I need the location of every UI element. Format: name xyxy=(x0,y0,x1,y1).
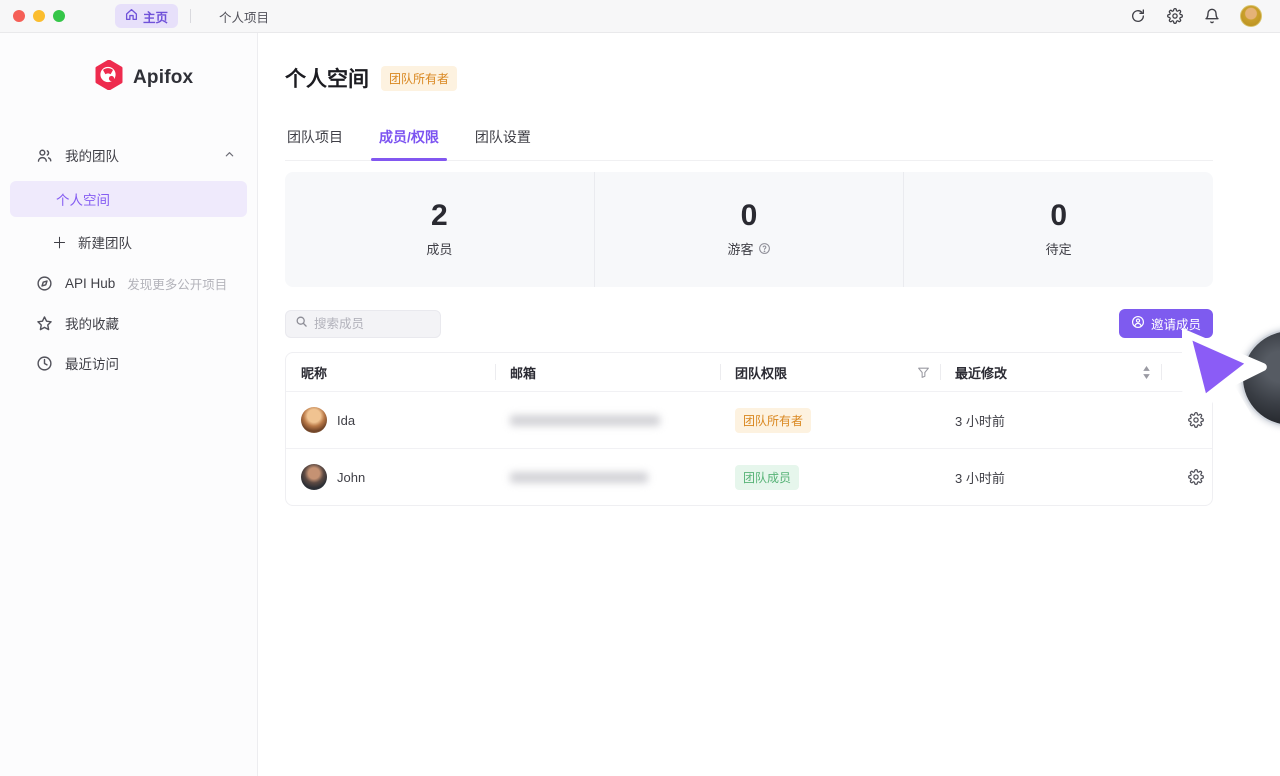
column-header-modified: 最近修改 xyxy=(940,353,1161,391)
role-cell: 团队成员 xyxy=(720,465,940,490)
stat-value: 0 xyxy=(1050,201,1067,231)
plus-icon: ＋ xyxy=(52,232,67,253)
clock-icon xyxy=(36,355,53,372)
api-hub-hint: 发现更多公开项目 xyxy=(127,274,227,293)
modified-cell: 3 小时前 xyxy=(940,468,1161,487)
sidebar-item-label: 新建团队 xyxy=(78,232,132,252)
title-bar: 主页 个人项目 xyxy=(0,0,1280,33)
member-name: John xyxy=(337,470,365,485)
sidebar-item-new-team[interactable]: ＋ 新建团队 xyxy=(0,223,257,261)
apifox-logo-icon xyxy=(94,60,124,95)
invite-member-button[interactable]: 邀请成员 xyxy=(1119,309,1213,338)
sidebar-item-my-teams[interactable]: 我的团队 xyxy=(0,135,257,175)
stat-label: 成员 xyxy=(426,239,452,258)
chevron-up-icon[interactable] xyxy=(224,148,235,163)
blurred-email xyxy=(510,472,648,483)
compass-icon xyxy=(36,275,53,292)
members-table: 昵称 邮箱 团队权限 最近修改 xyxy=(285,352,1213,506)
stat-guests: 0 游客 xyxy=(594,172,904,287)
modified-cell: 3 小时前 xyxy=(940,411,1161,430)
stat-label: 游客 xyxy=(728,239,771,258)
sidebar-item-label: 个人空间 xyxy=(56,189,110,209)
member-name: Ida xyxy=(337,413,355,428)
tab-home[interactable]: 主页 xyxy=(115,4,178,28)
stat-label: 待定 xyxy=(1046,239,1072,258)
window-controls xyxy=(13,10,65,22)
member-avatar xyxy=(301,464,327,490)
sidebar-item-label: 最近访问 xyxy=(65,353,119,373)
sidebar-item-api-hub[interactable]: API Hub 发现更多公开项目 xyxy=(0,263,257,303)
help-circle-icon[interactable] xyxy=(758,242,771,255)
invite-member-label: 邀请成员 xyxy=(1151,314,1201,333)
sidebar: Apifox 我的团队 个人空间 ＋ 新建团队 xyxy=(0,33,258,776)
blurred-email xyxy=(510,415,660,426)
sidebar-item-recent[interactable]: 最近访问 xyxy=(0,343,257,383)
stat-value: 2 xyxy=(431,201,448,231)
tab-team-settings[interactable]: 团队设置 xyxy=(473,121,533,160)
role-cell: 团队所有者 xyxy=(720,408,940,433)
filter-funnel-icon[interactable] xyxy=(917,366,930,379)
tab-divider xyxy=(190,9,191,23)
email-cell xyxy=(495,415,720,426)
team-owner-badge: 团队所有者 xyxy=(381,66,457,91)
row-settings-gear-icon[interactable] xyxy=(1161,469,1212,485)
sidebar-item-favorites[interactable]: 我的收藏 xyxy=(0,303,257,343)
dark-sphere-decoration xyxy=(1243,331,1280,425)
role-badge: 团队成员 xyxy=(735,465,799,490)
settings-gear-icon[interactable] xyxy=(1166,8,1183,25)
teams-people-icon xyxy=(36,147,53,164)
notifications-bell-icon[interactable] xyxy=(1203,8,1220,25)
member-cell: John xyxy=(286,464,495,490)
search-input[interactable] xyxy=(314,317,424,331)
member-stats-card: 2 成员 0 游客 0 待定 xyxy=(285,172,1213,287)
row-settings-gear-icon[interactable] xyxy=(1161,412,1212,428)
sidebar-item-label: API Hub xyxy=(65,276,115,291)
maximize-window-button[interactable] xyxy=(53,10,65,22)
brand: Apifox xyxy=(94,60,257,95)
member-avatar xyxy=(301,407,327,433)
column-header-email: 邮箱 xyxy=(495,353,720,391)
table-header: 昵称 邮箱 团队权限 最近修改 xyxy=(286,353,1212,391)
page-title: 个人空间 xyxy=(285,63,369,93)
member-cell: Ida xyxy=(286,407,495,433)
user-avatar[interactable] xyxy=(1240,5,1262,27)
column-header-actions xyxy=(1161,353,1212,391)
role-badge: 团队所有者 xyxy=(735,408,811,433)
tab-home-label: 主页 xyxy=(143,7,168,26)
apifox-app-window: 主页 个人项目 xyxy=(0,0,1280,776)
sidebar-item-label: 我的团队 xyxy=(65,145,119,165)
stat-members: 2 成员 xyxy=(285,172,594,287)
minimize-window-button[interactable] xyxy=(33,10,45,22)
tab-members-permissions[interactable]: 成员/权限 xyxy=(377,121,441,160)
sync-icon[interactable] xyxy=(1129,8,1146,25)
column-header-name: 昵称 xyxy=(286,353,495,391)
close-window-button[interactable] xyxy=(13,10,25,22)
invite-user-icon xyxy=(1131,315,1145,332)
tab-team-projects[interactable]: 团队项目 xyxy=(285,121,345,160)
table-row: Ida 团队所有者 3 小时前 xyxy=(286,391,1212,448)
home-icon xyxy=(125,8,138,24)
sidebar-item-label: 我的收藏 xyxy=(65,313,119,333)
table-row: John 团队成员 3 小时前 xyxy=(286,448,1212,505)
star-icon xyxy=(36,315,53,332)
stat-value: 0 xyxy=(741,201,758,231)
email-cell xyxy=(495,472,720,483)
column-header-role: 团队权限 xyxy=(720,353,940,391)
brand-name: Apifox xyxy=(133,67,193,89)
stat-pending: 0 待定 xyxy=(903,172,1213,287)
team-tabs: 团队项目 成员/权限 团队设置 xyxy=(285,121,1213,161)
sidebar-item-personal-space[interactable]: 个人空间 xyxy=(10,181,247,217)
sorter-icon[interactable] xyxy=(1142,366,1151,379)
tab-personal-project[interactable]: 个人项目 xyxy=(203,7,297,26)
main-content: 个人空间 团队所有者 团队项目 成员/权限 团队设置 2 成员 0 游客 xyxy=(285,33,1213,506)
member-search xyxy=(285,310,441,338)
search-icon xyxy=(295,315,308,333)
